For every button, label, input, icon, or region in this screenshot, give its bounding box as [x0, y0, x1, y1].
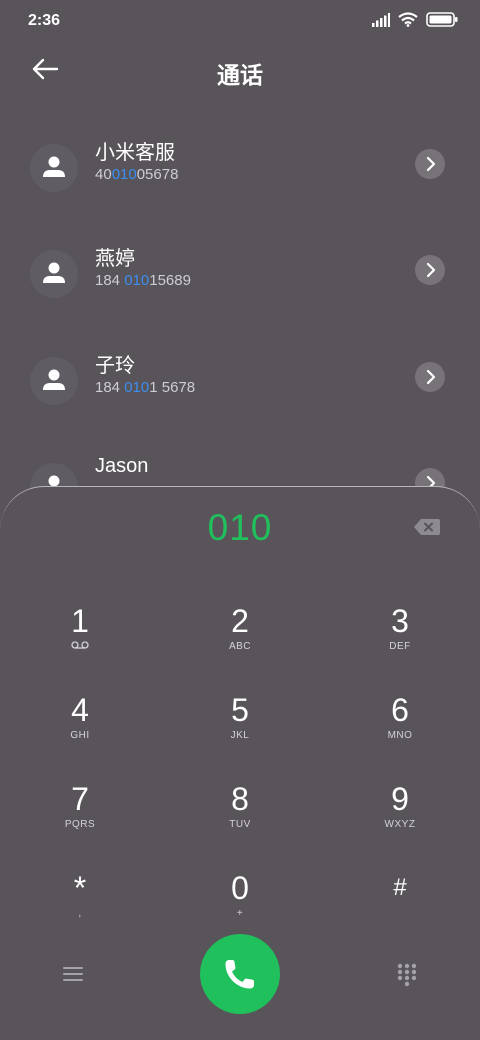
person-icon: [43, 369, 65, 390]
contact-name: 燕婷: [95, 248, 135, 270]
contact-name: Jason: [95, 455, 149, 477]
contact-detail-button[interactable]: [415, 255, 445, 285]
person-icon: [43, 262, 65, 283]
contact-detail-button[interactable]: [415, 149, 445, 179]
avatar: [30, 250, 78, 298]
page-title: 通话: [217, 62, 263, 88]
key-7[interactable]: 7 PQRS: [20, 779, 140, 859]
person-icon: [43, 156, 65, 177]
phone-icon: [225, 960, 254, 989]
backspace-button[interactable]: [413, 517, 441, 537]
key-4[interactable]: 4 GHI: [20, 690, 140, 770]
contact-row[interactable]: 燕婷 184 01015689: [0, 242, 480, 322]
contact-name: 小米客服: [95, 142, 175, 164]
key-8[interactable]: 8 TUV: [180, 779, 300, 859]
status-time: 2:36: [28, 12, 61, 29]
key-hash[interactable]: #: [340, 868, 460, 948]
contact-number: 184 0101 5678: [95, 379, 196, 396]
wifi-icon: [398, 12, 418, 27]
avatar: [30, 357, 78, 405]
menu-icon: [63, 967, 83, 981]
hide-dialpad-button[interactable]: [396, 963, 418, 987]
key-9[interactable]: 9 WXYZ: [340, 779, 460, 859]
contact-row[interactable]: 子玲 184 0101 5678: [0, 349, 480, 429]
menu-button[interactable]: [62, 965, 84, 983]
dial-number-display[interactable]: 010: [0, 507, 480, 549]
battery-icon: [426, 12, 458, 27]
key-3[interactable]: 3 DEF: [340, 601, 460, 681]
call-button[interactable]: [200, 934, 280, 1014]
key-star[interactable]: * ,: [20, 868, 140, 948]
status-bar: 2:36: [0, 0, 480, 40]
dialpad-sheet: 010 1 2 ABC 3 DEF 4 GHI 5 JKL 6 MNO 7 PQ…: [0, 486, 480, 1040]
key-6[interactable]: 6 MNO: [340, 690, 460, 770]
voicemail-icon: [71, 641, 89, 649]
chevron-right-icon: [426, 369, 436, 385]
avatar: [30, 144, 78, 192]
chevron-right-icon: [426, 156, 436, 172]
dialpad-grid-icon: [397, 963, 417, 987]
contact-name: 子玲: [95, 355, 135, 377]
contact-detail-button[interactable]: [415, 362, 445, 392]
app-bar: 通话: [0, 48, 480, 92]
contact-row[interactable]: 小米客服 4001005678: [0, 136, 480, 216]
status-icons: [372, 12, 458, 27]
contact-number: 4001005678: [95, 166, 179, 183]
chevron-right-icon: [426, 262, 436, 278]
contact-number: 184 01015689: [95, 272, 191, 289]
backspace-icon: [414, 519, 440, 535]
key-2[interactable]: 2 ABC: [180, 601, 300, 681]
key-5[interactable]: 5 JKL: [180, 690, 300, 770]
signal-icon: [372, 12, 390, 27]
key-1[interactable]: 1: [20, 601, 140, 681]
